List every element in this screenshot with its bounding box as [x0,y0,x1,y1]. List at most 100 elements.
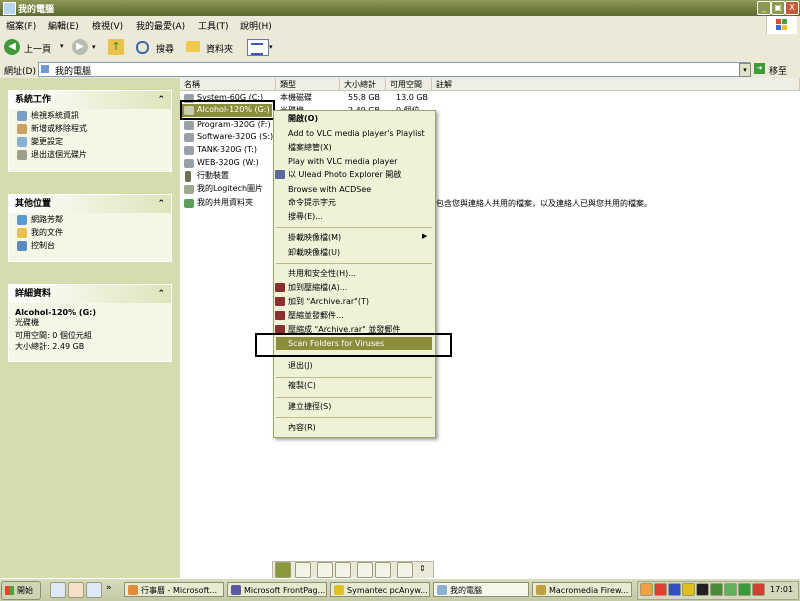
minimize-button[interactable]: _ [757,1,771,15]
tray-icon[interactable] [654,583,667,596]
keyboard-icon[interactable] [295,562,311,578]
menu-mount-image[interactable]: 掛載映像檔(M) [288,232,341,244]
file-row-mobile[interactable]: 行動裝置 [180,170,276,182]
my-documents-link[interactable]: 我的文件 [9,227,171,239]
menu-create-shortcut[interactable]: 建立捷徑(S) [288,401,331,413]
file-row-s[interactable]: Software-320G (S:) [180,131,276,143]
view-system-info-link[interactable]: 檢視系統資訊 [9,110,171,122]
file-row-f[interactable]: Program-320G (F:) [180,119,276,131]
input-method-icon[interactable] [275,562,291,578]
menu-open[interactable]: 開啟(O) [288,113,318,125]
details-header[interactable]: 詳細資料 ⌃ [9,285,171,303]
tray-icon[interactable] [640,583,653,596]
menu-explorer[interactable]: 檔案總管(X) [288,142,332,154]
menu-add-vlc-playlist[interactable]: Add to VLC media player's Playlist [288,128,425,140]
programs-icon [17,124,27,134]
quicklaunch-icon[interactable] [86,582,102,598]
up-folder-icon[interactable]: ↑ [108,39,124,55]
menu-acdsee[interactable]: Browse with ACDSee [288,184,371,196]
column-name[interactable]: 名稱 [180,78,276,91]
tray-icon[interactable] [724,583,737,596]
menu-copy[interactable]: 複製(C) [288,380,316,392]
back-label: 上一頁 [24,45,52,55]
drive-icon [184,159,194,168]
file-row-t[interactable]: TANK-320G (T:) [180,144,276,156]
tray-icon[interactable] [668,583,681,596]
go-arrow-icon[interactable]: ➔ [754,63,765,74]
views-dropdown-icon[interactable]: ▾ [269,43,273,51]
toolbar: ◀ 上一頁 ▾ ▶ ▾ ↑ 搜尋 資料夾 ▾ [0,34,800,61]
forward-button[interactable]: ▶ [72,39,88,55]
menu-unmount-image[interactable]: 卸載映像檔(U) [288,247,340,259]
column-comment[interactable]: 註解 [432,78,800,91]
details-type: 光碟機 [15,318,39,327]
address-label: 網址(D) [4,67,36,77]
forward-dropdown-icon[interactable]: ▾ [92,43,96,51]
menu-sharing-security[interactable]: 共用和安全性(H)... [288,268,356,280]
back-dropdown-icon[interactable]: ▾ [60,42,64,50]
control-panel-icon [17,241,27,251]
address-dropdown-button[interactable]: ▾ [739,63,751,77]
go-button[interactable]: 移至 [769,64,787,77]
menu-command-prompt[interactable]: 命令提示字元 [288,197,336,209]
column-total-size[interactable]: 大小總計 [340,78,386,91]
add-remove-programs-link[interactable]: 新增或移除程式 [9,123,171,135]
column-free-space[interactable]: 可用空間 [386,78,432,91]
quicklaunch-expand[interactable]: » [106,583,112,593]
taskbar-item-fireworks[interactable]: Macromedia Firew... [532,582,632,597]
menu-ulead-photo-explorer[interactable]: 以 Ulead Photo Explorer 開啟 [288,169,401,181]
menu-search[interactable]: 搜尋(E)... [288,211,323,223]
menu-play-vlc[interactable]: Play with VLC media player [288,156,397,168]
clock[interactable]: 17:01 [770,585,793,594]
close-button[interactable]: X [785,1,799,15]
search-button[interactable]: 搜尋 [136,38,176,56]
tray-icon[interactable] [682,583,695,596]
file-row-logitech[interactable]: 我的Logitech圖片 [180,183,276,195]
change-settings-link[interactable]: 變更設定 [9,136,171,148]
eject-disc-link[interactable]: 退出這個光碟片 [9,149,171,161]
back-button[interactable]: ◀ 上一頁 ▾ [4,38,64,56]
column-type[interactable]: 類型 [276,78,340,91]
menu-add-to-archive[interactable]: 加到壓縮檔(A)... [288,282,347,294]
system-tasks-header[interactable]: 系統工作 ⌃ [9,91,171,109]
menu-compress-email[interactable]: 壓縮並發郵件... [288,310,344,322]
menu-tools[interactable]: 工具(T) [198,19,229,32]
menu-file[interactable]: 檔案(F) [6,19,36,32]
taskbar-item-frontpage[interactable]: Microsoft FrontPag... [227,582,327,597]
pen-icon[interactable] [317,562,333,578]
menu-properties[interactable]: 內容(R) [288,422,316,434]
system-info-icon [17,111,27,121]
language-bar-options-icon[interactable]: ⇕ [419,564,426,573]
menu-add-to-archive-rar[interactable]: 加到 "Archive.rar"(T) [288,296,369,308]
ime-pad-icon[interactable] [375,562,391,578]
taskbar-item-my-computer[interactable]: 我的電腦 [433,582,529,597]
folders-button[interactable]: 資料夾 [186,38,238,56]
tray-icon[interactable] [738,583,751,596]
control-panel-link[interactable]: 控制台 [9,240,171,252]
tray-icon[interactable] [752,583,765,596]
taskbar-item-pcanywhere[interactable]: Symantec pcAnyw... [330,582,430,597]
tray-icon[interactable] [710,583,723,596]
menu-eject[interactable]: 退出(J) [288,360,313,372]
menu-view[interactable]: 檢視(V) [92,19,123,32]
menu-favorites[interactable]: 我的最愛(A) [136,19,185,32]
folder-icon [186,41,200,52]
taskbar-item-calendar[interactable]: 行事曆 - Microsoft... [124,582,224,597]
quicklaunch-icon[interactable] [68,582,84,598]
menu-edit[interactable]: 編輯(E) [48,19,79,32]
views-button[interactable] [247,39,269,56]
menu-help[interactable]: 說明(H) [240,19,272,32]
handwriting-icon[interactable] [335,562,351,578]
file-row-shared[interactable]: 我的共用資料夾 [180,197,276,209]
ie-quicklaunch-icon[interactable] [50,582,66,598]
network-places-link[interactable]: 網路芳鄰 [9,214,171,226]
help-icon[interactable] [397,562,413,578]
file-row-w[interactable]: WEB-320G (W:) [180,157,276,169]
other-places-header[interactable]: 其他位置 ⌃ [9,195,171,213]
draw-icon[interactable] [357,562,373,578]
my-computer-icon [41,65,49,73]
maximize-button[interactable]: ▣ [771,1,785,15]
tray-icon[interactable] [696,583,709,596]
start-button[interactable]: 開始 [1,581,41,600]
address-field[interactable]: 我的電腦 [38,62,750,77]
